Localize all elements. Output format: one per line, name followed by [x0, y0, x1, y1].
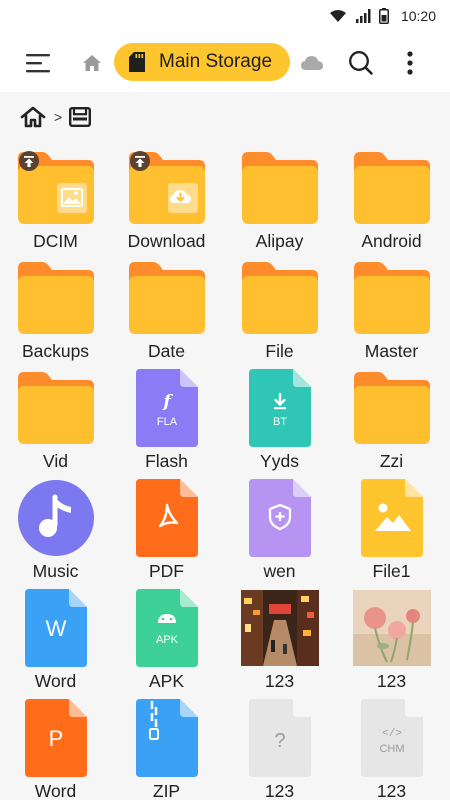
file-name: 123 — [376, 671, 407, 691]
battery-icon — [378, 8, 389, 24]
folder-icon — [240, 148, 320, 228]
file-name: Master — [364, 341, 419, 361]
file-item[interactable]: File1 — [336, 478, 447, 588]
zipper-icon — [127, 698, 207, 778]
file-item[interactable]: APK APK — [111, 588, 222, 698]
file-name: Date — [148, 341, 185, 361]
status-bar: 10:20 — [0, 0, 450, 34]
main-storage-tab[interactable]: Main Storage — [114, 43, 290, 81]
flash-icon: f FLA — [127, 368, 207, 448]
folder-icon — [16, 368, 96, 448]
file-item[interactable]: File — [224, 258, 335, 368]
file-name: Download — [127, 231, 206, 251]
search-icon[interactable] — [346, 48, 376, 78]
svg-text:FLA: FLA — [156, 416, 177, 428]
folder-icon — [16, 258, 96, 338]
home-icon[interactable] — [80, 51, 104, 75]
file-name: Word — [34, 671, 77, 691]
svg-text:?: ? — [274, 730, 285, 752]
file-item[interactable]: PDF — [111, 478, 222, 588]
file-item[interactable]: Backups — [0, 258, 111, 368]
file-item[interactable]: Date — [111, 258, 222, 368]
signal-icon — [355, 9, 371, 23]
torrent-icon: BT — [240, 368, 320, 448]
svg-text:CHM: CHM — [379, 743, 404, 755]
svg-text:P: P — [48, 726, 63, 751]
photo-thumbnail — [352, 588, 432, 668]
file-item[interactable]: 123 — [336, 588, 447, 698]
file-name: Backups — [21, 341, 90, 361]
chm-icon: </> CHM — [352, 698, 432, 778]
file-item[interactable]: Download — [111, 148, 222, 258]
word-icon: W — [16, 588, 96, 668]
breadcrumb: > — [0, 92, 450, 142]
file-item[interactable]: Vid — [0, 368, 111, 478]
file-item[interactable]: ? 123 — [224, 698, 335, 800]
file-item[interactable]: DCIM — [0, 148, 111, 258]
file-name: 123 — [264, 781, 295, 800]
file-name: Word — [34, 781, 77, 800]
main-storage-label: Main Storage — [159, 51, 273, 72]
file-item[interactable]: Music — [0, 478, 111, 588]
powerpoint-icon: P — [16, 698, 96, 778]
file-item[interactable]: BT Yyds — [224, 368, 335, 478]
file-name: Yyds — [260, 451, 299, 471]
file-name: 123 — [376, 781, 407, 800]
file-name: 123 — [264, 671, 295, 691]
file-item[interactable]: P Word — [0, 698, 111, 800]
sd-card-icon — [129, 52, 145, 72]
folder-icon — [16, 148, 96, 228]
svg-text:</>: </> — [382, 728, 402, 740]
file-item[interactable]: W Word — [0, 588, 111, 698]
folder-icon — [352, 148, 432, 228]
file-item[interactable]: Android — [336, 148, 447, 258]
svg-text:W: W — [45, 616, 66, 641]
app-toolbar: Main Storage — [0, 34, 450, 92]
file-item[interactable]: Master — [336, 258, 447, 368]
file-name: File1 — [372, 561, 411, 581]
folder-icon — [127, 148, 207, 228]
photo-thumbnail — [240, 588, 320, 668]
folder-icon — [240, 258, 320, 338]
unknown-file-icon: ? — [240, 698, 320, 778]
more-options-icon[interactable] — [398, 48, 422, 78]
svg-text:BT: BT — [272, 416, 286, 428]
shield-icon — [240, 478, 320, 558]
menu-icon[interactable] — [22, 49, 54, 77]
file-item[interactable]: Zzi — [336, 368, 447, 478]
file-name: Vid — [43, 451, 68, 471]
breadcrumb-storage-icon[interactable] — [69, 107, 92, 127]
file-item[interactable]: ZIP — [111, 698, 222, 800]
file-name: File — [265, 341, 294, 361]
file-name: Android — [361, 231, 422, 251]
file-name: wen — [263, 561, 296, 581]
folder-icon — [352, 258, 432, 338]
file-name: APK — [148, 671, 185, 691]
file-item[interactable]: f FLA Flash — [111, 368, 222, 478]
folder-icon — [352, 368, 432, 448]
cloud-icon[interactable] — [300, 51, 324, 75]
android-icon: APK — [127, 588, 207, 668]
file-item[interactable]: Alipay — [224, 148, 335, 258]
file-item[interactable]: </> CHM 123 — [336, 698, 447, 800]
image-icon — [352, 478, 432, 558]
breadcrumb-separator: > — [54, 109, 63, 125]
file-name: PDF — [149, 561, 184, 581]
folder-icon — [127, 258, 207, 338]
music-note-icon — [16, 478, 96, 558]
file-name: DCIM — [33, 231, 78, 251]
file-item[interactable]: wen — [224, 478, 335, 588]
file-name: Flash — [145, 451, 188, 471]
wifi-icon — [329, 9, 347, 23]
file-name: Music — [32, 561, 79, 581]
file-name: Zzi — [379, 451, 404, 471]
status-time: 10:20 — [400, 8, 436, 24]
file-item[interactable]: 123 — [224, 588, 335, 698]
file-name: ZIP — [152, 781, 181, 800]
svg-text:APK: APK — [155, 634, 178, 646]
file-name: Alipay — [255, 231, 304, 251]
pdf-icon — [127, 478, 207, 558]
breadcrumb-home-icon[interactable] — [20, 106, 46, 128]
